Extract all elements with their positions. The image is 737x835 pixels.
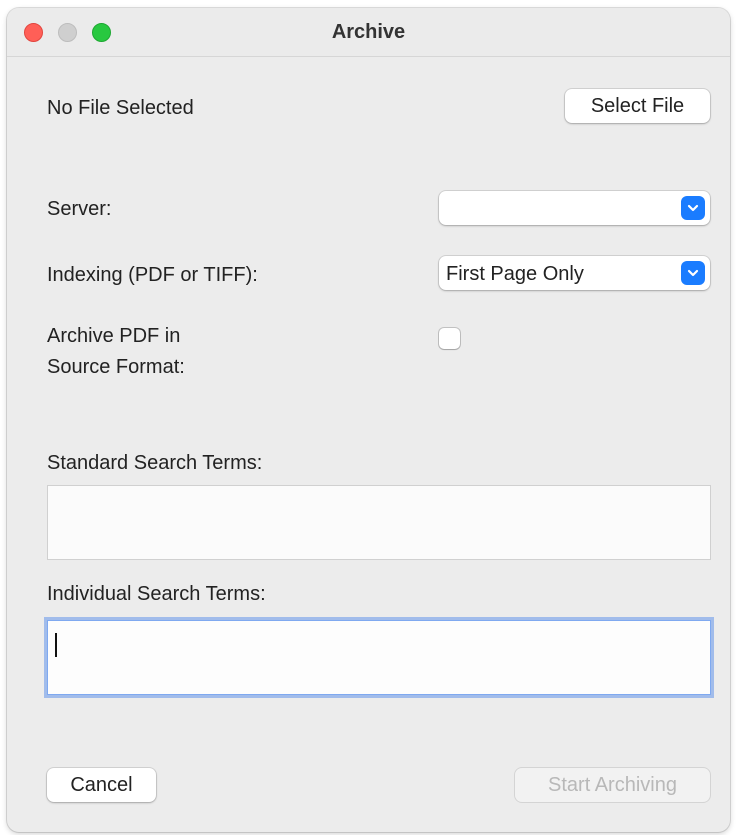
indexing-select-value: First Page Only [446,263,584,285]
file-status-label: No File Selected [47,97,194,119]
indexing-label: Indexing (PDF or TIFF): [47,264,258,286]
chevron-down-icon [681,196,705,220]
indexing-select[interactable]: First Page Only [439,256,710,290]
standard-search-terms-field[interactable] [47,485,711,560]
archive-pdf-label-line2: Source Format: [47,356,185,378]
individual-search-terms-label: Individual Search Terms: [47,583,266,605]
select-file-button[interactable]: Select File [565,89,710,123]
standard-search-terms-label: Standard Search Terms: [47,452,263,474]
title-bar: Archive [7,8,730,57]
start-archiving-button[interactable]: Start Archiving [515,768,710,802]
window-title: Archive [331,21,406,43]
server-label: Server: [47,198,112,220]
archive-pdf-source-format-checkbox[interactable] [439,328,460,349]
cancel-button[interactable]: Cancel [47,768,156,802]
archive-pdf-label-line1: Archive PDF in [47,325,181,347]
chevron-down-icon [681,261,705,285]
server-select[interactable] [439,191,710,225]
text-caret [55,633,57,657]
individual-search-terms-field[interactable] [47,620,711,695]
archive-window: Archive No File Selected Select File Ser… [7,8,730,832]
